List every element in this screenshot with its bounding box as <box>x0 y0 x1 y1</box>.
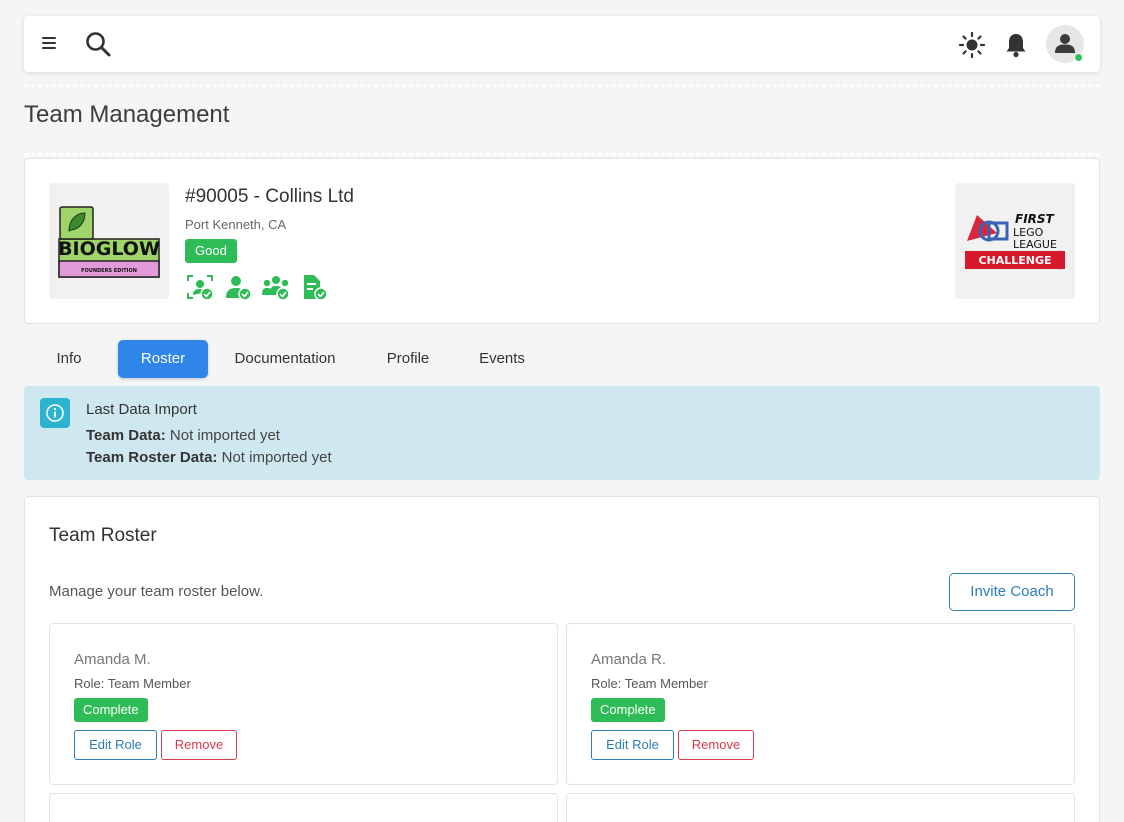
divider <box>24 153 1100 156</box>
info-icon <box>40 398 70 428</box>
team-info-card: BIOGLOW FOUNDERS EDITION #90005 - Collin… <box>24 158 1100 324</box>
tab-events[interactable]: Events <box>470 340 534 378</box>
tab-documentation[interactable]: Documentation <box>224 340 346 378</box>
team-location: Port Kenneth, CA <box>185 217 287 232</box>
menu-icon[interactable] <box>42 37 56 51</box>
team-status-icons <box>186 273 328 301</box>
top-navbar <box>24 16 1100 72</box>
team-data-line: Team Data: Not imported yet <box>86 427 280 444</box>
alert-title: Last Data Import <box>86 401 197 418</box>
remove-member-button[interactable]: Remove <box>678 730 754 760</box>
roster-member-card <box>49 793 558 822</box>
theme-toggle-sun-icon[interactable] <box>958 31 986 59</box>
member-status-badge: Complete <box>591 698 665 722</box>
roster-title: Team Roster <box>49 525 157 546</box>
user-avatar-icon <box>1055 34 1075 53</box>
roster-description: Manage your team roster below. <box>49 583 264 600</box>
program-logo-line3: LEAGUE <box>1013 238 1057 251</box>
roster-member-card <box>566 793 1075 822</box>
data-import-alert: Last Data Import Team Data: Not imported… <box>24 386 1100 480</box>
member-role: Role: Team Member <box>74 676 191 691</box>
program-logo-line1: FIRST <box>1015 212 1055 226</box>
team-data-value: Not imported yet <box>169 427 280 444</box>
notification-bell-icon[interactable] <box>1004 32 1028 58</box>
page-title: Team Management <box>24 101 230 128</box>
person-check-icon <box>226 276 252 301</box>
roster-member-card: Amanda R. Role: Team Member Complete Edi… <box>566 623 1075 785</box>
group-check-icon <box>262 276 290 301</box>
program-logo: FIRST LEGO LEAGUE CHALLENGE <box>955 183 1075 299</box>
document-check-icon <box>304 275 328 301</box>
user-avatar[interactable] <box>1046 25 1084 63</box>
tab-info[interactable]: Info <box>44 340 94 378</box>
team-logo-subtext: FOUNDERS EDITION <box>81 268 137 274</box>
edit-role-button[interactable]: Edit Role <box>591 730 674 760</box>
search-icon[interactable] <box>84 30 112 58</box>
roster-data-line: Team Roster Data: Not imported yet <box>86 449 332 466</box>
remove-member-button[interactable]: Remove <box>161 730 237 760</box>
team-logo-text: BIOGLOW <box>58 238 160 260</box>
team-logo: BIOGLOW FOUNDERS EDITION <box>49 183 169 299</box>
face-check-icon <box>187 275 214 301</box>
program-logo-banner: CHALLENGE <box>978 254 1051 267</box>
online-status-dot <box>1074 53 1083 62</box>
tab-profile[interactable]: Profile <box>376 340 440 378</box>
member-role: Role: Team Member <box>591 676 708 691</box>
roster-member-card: Amanda M. Role: Team Member Complete Edi… <box>49 623 558 785</box>
roster-data-label: Team Roster Data: <box>86 449 218 466</box>
divider <box>24 84 1100 87</box>
member-name: Amanda M. <box>74 651 151 668</box>
team-roster-card: Team Roster Manage your team roster belo… <box>24 496 1100 822</box>
member-name: Amanda R. <box>591 651 667 668</box>
team-number-name: #90005 - Collins Ltd <box>185 186 354 207</box>
tab-roster[interactable]: Roster <box>118 340 208 378</box>
member-status-badge: Complete <box>74 698 148 722</box>
status-badge: Good <box>185 239 237 263</box>
roster-data-value: Not imported yet <box>221 449 332 466</box>
team-data-label: Team Data: <box>86 427 166 444</box>
edit-role-button[interactable]: Edit Role <box>74 730 157 760</box>
invite-coach-button[interactable]: Invite Coach <box>949 573 1075 611</box>
